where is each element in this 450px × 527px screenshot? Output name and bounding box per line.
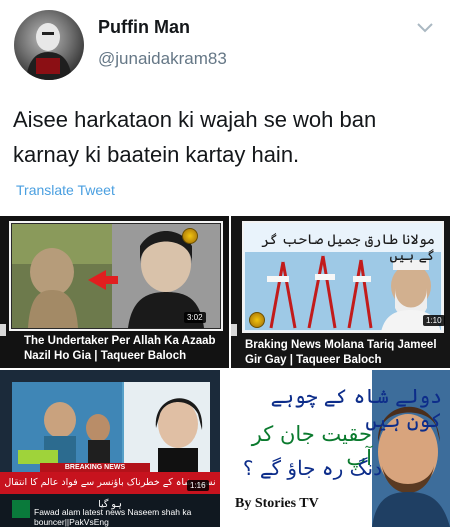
channel-logo: [182, 228, 198, 244]
video-duration: 1:16: [187, 480, 209, 491]
video-title: Braking News Molana Tariq Jameel Gir Gay…: [245, 339, 437, 366]
media-thumbnail-3[interactable]: BREAKING NEWS نسیم شاہ کے خطرناک باؤنسر …: [0, 370, 220, 527]
video-title: Fawad alam latest news Naseem shah ka bo…: [34, 507, 192, 527]
media-thumbnail-4[interactable]: دولے شاہ کے چوہے کون ہیں حقیت جان کر آپ …: [222, 370, 450, 527]
channel-logo: [249, 312, 265, 328]
video-duration: 1:10: [423, 315, 445, 326]
author-name[interactable]: Puffin Man: [98, 17, 190, 38]
translate-tweet-link[interactable]: Translate Tweet: [16, 182, 115, 198]
breaking-news-label: BREAKING NEWS: [40, 463, 150, 472]
media-thumbnail-1[interactable]: 3:02 The Undertaker Per Allah Ka Azaab N…: [0, 216, 229, 368]
video-title: The Undertaker Per Allah Ka Azaab Nazil …: [24, 335, 216, 362]
media-thumbnail-2[interactable]: مولانا طارق جمیل صاحب گر گے ہیں 1:10 Bra…: [231, 216, 450, 368]
video-duration: 3:02: [184, 312, 206, 323]
headline-line-3: دنگ رہ جاؤ گے ؟: [242, 456, 382, 480]
overlay-urdu-text: مولانا طارق جمیل صاحب گر گے ہیں: [261, 232, 435, 264]
avatar[interactable]: [14, 10, 84, 80]
brand-label: By Stories TV: [235, 496, 319, 511]
tweet-text: Aisee harkataon ki wajah se woh ban karn…: [13, 107, 377, 167]
chevron-down-icon[interactable]: [416, 21, 434, 35]
author-handle[interactable]: @junaidakram83: [98, 49, 227, 69]
